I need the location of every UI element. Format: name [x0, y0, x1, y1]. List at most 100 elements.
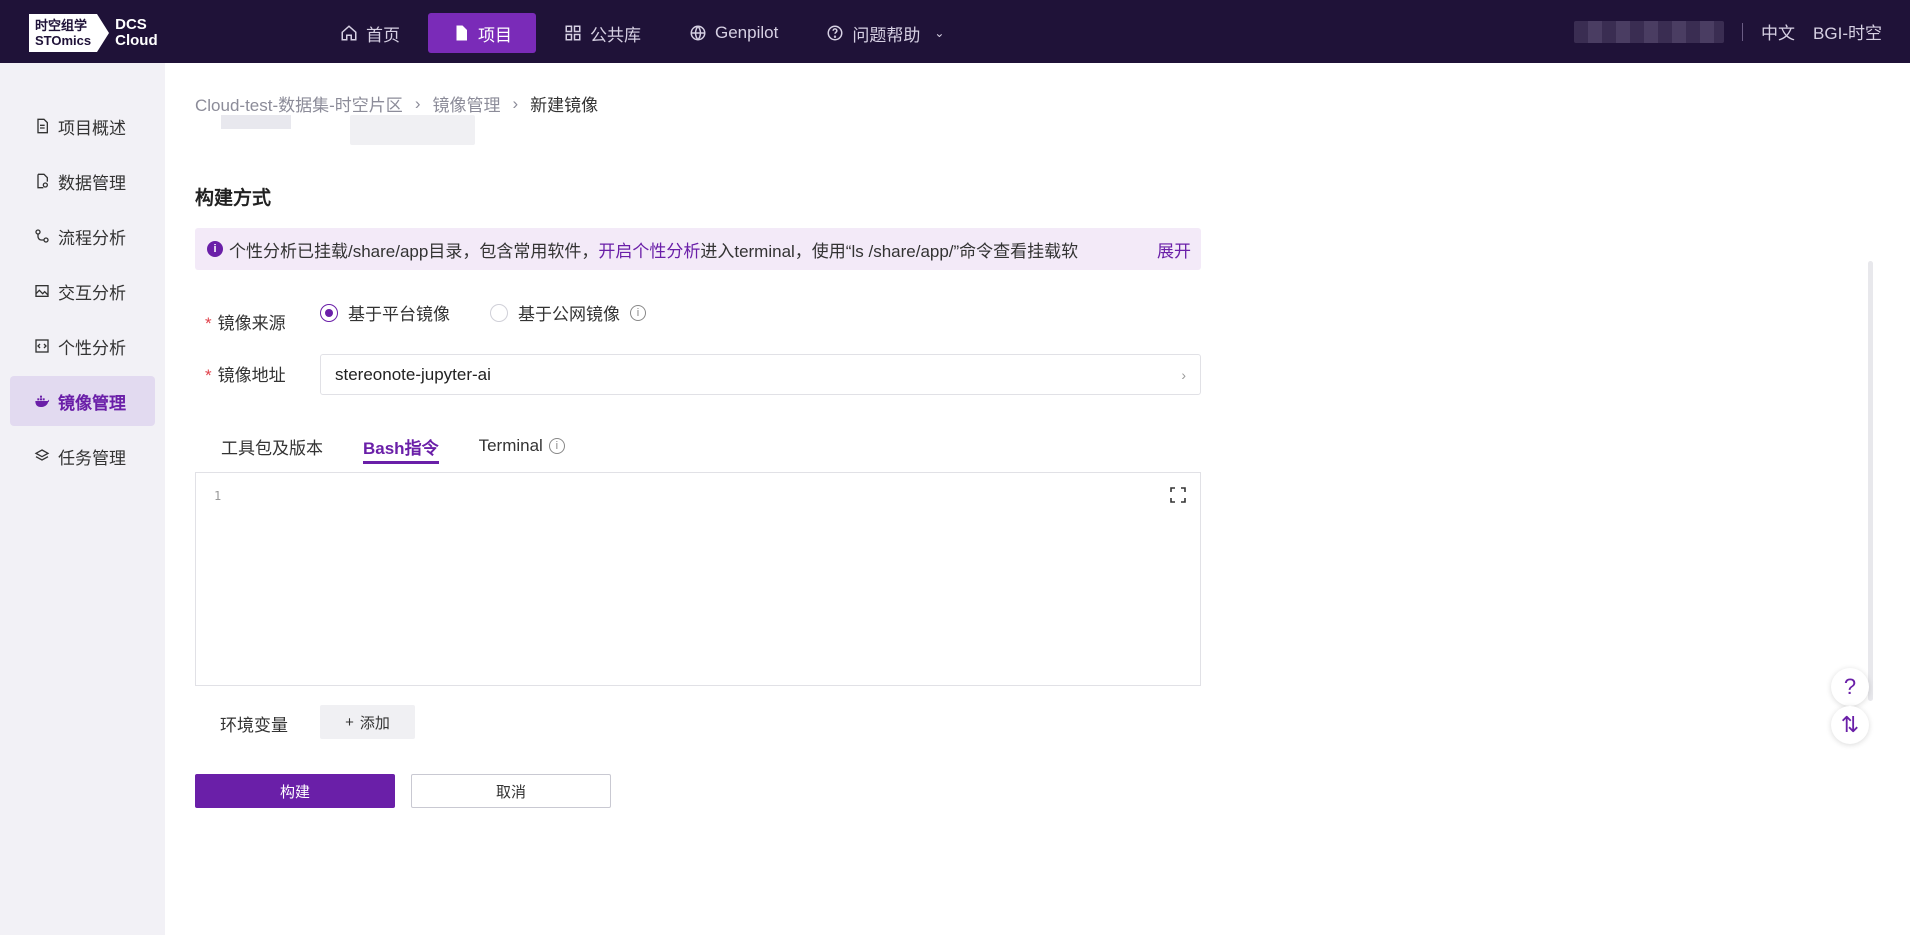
sidebar-item-label: 流程分析: [58, 228, 126, 248]
image-address-label: * 镜像地址: [205, 361, 286, 386]
breadcrumb-separator-icon: ›: [512, 93, 519, 113]
scroll-toggle-float-button[interactable]: ⇅: [1831, 706, 1869, 744]
image-icon: [35, 285, 49, 297]
sidebar-item-flow-analysis[interactable]: 流程分析: [10, 211, 155, 261]
bash-code-editor[interactable]: 1: [195, 472, 1201, 686]
info-notice: i 个性分析已挂载/share/app目录，包含常用软件， 开启个性分析 进入t…: [195, 228, 1201, 270]
radio-public-image[interactable]: 基于公网镜像 i: [490, 300, 646, 325]
language-switch[interactable]: 中文: [1761, 19, 1795, 44]
sidebar-item-label: 交互分析: [58, 283, 126, 303]
sidebar-item-label: 项目概述: [58, 118, 126, 138]
help-float-button[interactable]: ?: [1831, 668, 1869, 706]
sidebar-item-label: 任务管理: [58, 448, 126, 468]
nav-genpilot-label: Genpilot: [715, 23, 779, 42]
file-text-icon: [37, 118, 48, 134]
nav-help[interactable]: 问题帮助 ⌄: [806, 13, 964, 53]
build-button[interactable]: 构建: [195, 774, 395, 808]
nav-home-label: 首页: [366, 25, 400, 45]
logo-product-name: DCS Cloud: [115, 17, 158, 49]
notice-expand-button[interactable]: 展开: [1157, 237, 1191, 262]
notice-text-tail: 进入terminal，使用“ls /share/app/”命令查看挂载软: [700, 241, 1079, 261]
chevron-down-icon: ⌄: [934, 26, 945, 40]
tab-bash-command[interactable]: Bash指令: [363, 428, 439, 464]
sidebar-item-image-management[interactable]: 镜像管理: [10, 376, 155, 426]
image-address-label-text: 镜像地址: [217, 366, 286, 385]
chevron-right-icon: ›: [1181, 366, 1186, 383]
image-source-label-text: 镜像来源: [217, 314, 286, 333]
add-label: 添加: [359, 714, 390, 732]
help-circle-icon: [827, 25, 843, 41]
tab-label: 工具包及版本: [221, 438, 323, 458]
radio-button-selected[interactable]: [320, 303, 338, 322]
nav-project-label: 项目: [478, 25, 512, 45]
cut-off-button[interactable]: [350, 115, 475, 145]
cancel-button[interactable]: 取消: [411, 774, 611, 808]
swap-vertical-icon: ⇅: [1840, 712, 1860, 737]
sidebar-item-task-management[interactable]: 任务管理: [10, 431, 155, 481]
breadcrumb-image-management[interactable]: 镜像管理: [432, 91, 500, 116]
document-icon: [456, 25, 467, 41]
org-name[interactable]: BGI-时空: [1813, 19, 1882, 44]
add-env-variable-button[interactable]: + 添加: [320, 705, 415, 739]
logo-dcs: DCS: [115, 16, 147, 33]
logo-text-en: STOmics: [35, 33, 92, 48]
tab-label: Bash指令: [363, 438, 439, 458]
flow-icon: [35, 229, 49, 243]
breadcrumb-current: 新建镜像: [530, 96, 599, 115]
env-variables-label: 环境变量: [220, 716, 288, 735]
breadcrumb-project[interactable]: Cloud-test-数据集-时空片区: [195, 91, 403, 116]
divider: [1742, 22, 1744, 41]
user-account-blurred[interactable]: [1574, 20, 1725, 43]
info-circle-icon[interactable]: i: [630, 304, 646, 321]
line-number: 1: [214, 489, 222, 503]
sidebar-item-interactive-analysis[interactable]: 交互分析: [10, 266, 155, 316]
radio-platform-image[interactable]: 基于平台镜像: [320, 300, 450, 325]
logo-cloud: Cloud: [115, 32, 158, 49]
nav-help-label: 问题帮助: [852, 25, 921, 45]
app-logo[interactable]: 时空组学 STOmics DCS Cloud: [29, 14, 158, 52]
sidebar: 项目概述 数据管理 流程分析 交互分析 个性分析 镜像管理 任务管理: [0, 63, 165, 935]
nav-home[interactable]: 首页: [320, 13, 420, 53]
home-icon: [341, 25, 357, 41]
nav-public-library-label: 公共库: [590, 25, 641, 45]
breadcrumb-separator-icon: ›: [414, 93, 421, 113]
docker-icon: [35, 395, 50, 407]
radio-button[interactable]: [490, 303, 508, 322]
tab-toolkit-version[interactable]: 工具包及版本: [221, 428, 323, 464]
image-source-label: * 镜像来源: [205, 309, 286, 334]
sidebar-item-label: 数据管理: [58, 173, 126, 193]
notice-link-enable-custom-analysis[interactable]: 开启个性分析: [598, 237, 700, 262]
tab-terminal[interactable]: Terminal i: [479, 428, 565, 464]
section-title: 构建方式: [195, 188, 272, 209]
image-source-radio-group: 基于平台镜像 基于公网镜像 i: [320, 300, 646, 325]
globe-icon: [690, 25, 706, 41]
scrollbar[interactable]: [1868, 261, 1873, 701]
info-icon: i: [207, 241, 223, 257]
breadcrumb: Cloud-test-数据集-时空片区 › 镜像管理 › 新建镜像: [195, 91, 598, 116]
radio-label: 基于平台镜像: [348, 305, 450, 324]
code-icon: [35, 339, 49, 353]
image-address-select[interactable]: stereonote-jupyter-ai ›: [320, 354, 1201, 395]
scrolled-off-row: [195, 115, 1195, 145]
radio-label: 基于公网镜像: [518, 305, 620, 324]
sidebar-item-data-management[interactable]: 数据管理: [10, 156, 155, 206]
notice-text: 个性分析已挂载/share/app目录，包含常用软件，: [229, 241, 599, 261]
fullscreen-icon[interactable]: [1170, 487, 1186, 503]
info-circle-icon[interactable]: i: [548, 438, 565, 454]
main-nav: 首页 项目 公共库 Genpilot 问题帮助 ⌄: [320, 13, 972, 53]
required-mark: *: [205, 314, 212, 333]
sidebar-item-label: 个性分析: [58, 338, 126, 358]
nav-project[interactable]: 项目: [428, 13, 536, 53]
logo-badge: 时空组学 STOmics: [29, 14, 98, 52]
sidebar-item-label: 镜像管理: [58, 393, 126, 413]
main-content: Cloud-test-数据集-时空片区 › 镜像管理 › 新建镜像 构建方式 i…: [165, 63, 1910, 935]
grid-icon: [565, 25, 581, 41]
sidebar-item-custom-analysis[interactable]: 个性分析: [10, 321, 155, 371]
nav-public-library[interactable]: 公共库: [544, 13, 661, 53]
tab-label: Terminal: [478, 436, 543, 455]
sidebar-item-project-overview[interactable]: 项目概述: [10, 101, 155, 151]
nav-genpilot[interactable]: Genpilot: [669, 13, 798, 53]
plus-icon: +: [345, 713, 354, 731]
required-mark: *: [205, 366, 212, 385]
file-search-icon: [37, 173, 48, 189]
